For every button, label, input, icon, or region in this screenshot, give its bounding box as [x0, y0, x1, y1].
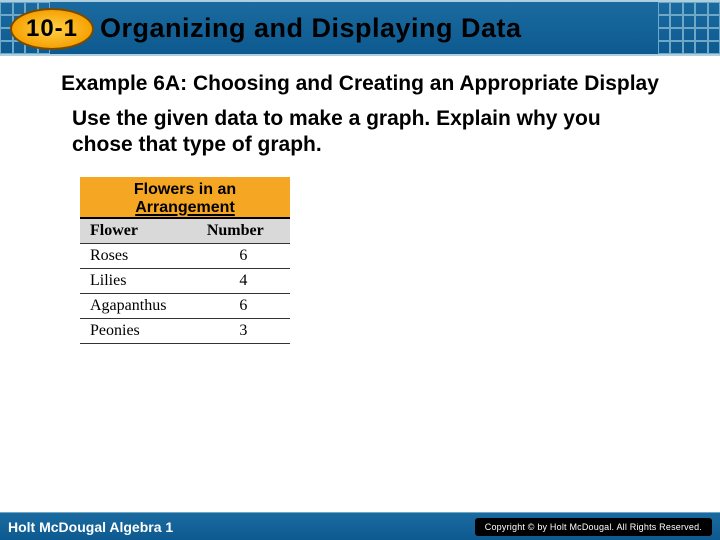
col-number: Number	[197, 219, 290, 244]
cell-number: 4	[197, 269, 290, 294]
example-instruction: Use the given data to make a graph. Expl…	[72, 106, 660, 159]
header-grid-right	[658, 2, 720, 54]
cell-flower: Lilies	[80, 269, 197, 294]
table-row: Roses 6	[80, 244, 290, 269]
cell-number: 6	[197, 294, 290, 319]
table-title: Flowers in an Arrangement	[80, 177, 290, 220]
slide-title: Organizing and Displaying Data	[100, 13, 522, 44]
table-title-line1: Flowers in an	[134, 181, 236, 198]
slide-footer: Holt McDougal Algebra 1 Copyright © by H…	[0, 512, 720, 540]
cell-number: 3	[197, 319, 290, 344]
data-table: Flowers in an Arrangement Flower Number …	[80, 177, 290, 345]
cell-flower: Roses	[80, 244, 197, 269]
table-row: Agapanthus 6	[80, 294, 290, 319]
table-title-line2: Arrangement	[135, 199, 235, 216]
cell-flower: Agapanthus	[80, 294, 197, 319]
table-row: Lilies 4	[80, 269, 290, 294]
table-row: Peonies 3	[80, 319, 290, 344]
slide-header: 10-1 Organizing and Displaying Data	[0, 0, 720, 56]
footer-copyright: Copyright © by Holt McDougal. All Rights…	[475, 518, 712, 536]
cell-flower: Peonies	[80, 319, 197, 344]
footer-book-title: Holt McDougal Algebra 1	[8, 519, 173, 535]
example-heading: Example 6A: Choosing and Creating an App…	[20, 72, 700, 96]
chapter-badge: 10-1	[10, 8, 94, 50]
cell-number: 6	[197, 244, 290, 269]
table-header-row: Flower Number	[80, 219, 290, 244]
col-flower: Flower	[80, 219, 197, 244]
